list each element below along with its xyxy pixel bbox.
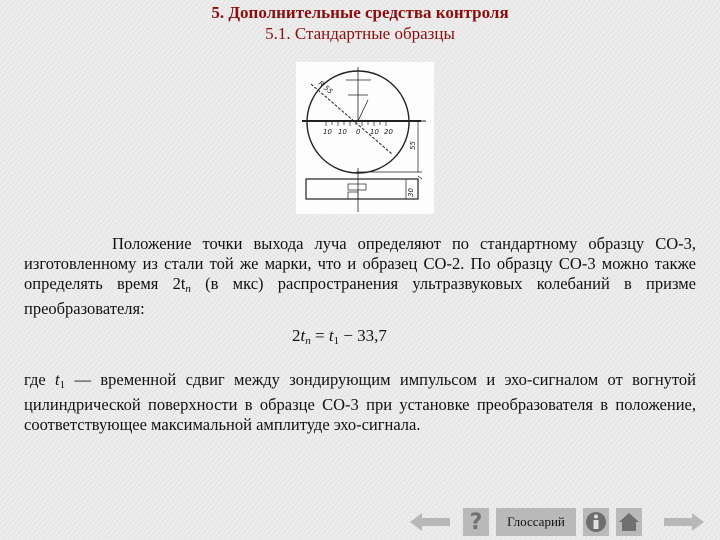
paragraph-intro: Положение точки выхода луча определяют п… xyxy=(24,234,696,318)
home-icon xyxy=(619,513,639,531)
glossary-button[interactable]: Глоссарий xyxy=(496,508,576,536)
paragraph-explanation: где t1 — временной сдвиг между зондирующ… xyxy=(24,370,696,434)
co3-diagram: 10 10 0 10 20 R 55 55 30 xyxy=(302,67,426,212)
scale-label: 0 xyxy=(356,128,361,136)
home-button[interactable] xyxy=(616,508,642,536)
back-button[interactable] xyxy=(408,508,452,536)
info-icon xyxy=(586,512,606,532)
scale-label: 10 xyxy=(338,128,347,136)
arrow-right-icon xyxy=(664,513,704,531)
height-label: 55 xyxy=(409,141,417,150)
sample-side-view xyxy=(305,178,419,200)
radius-line xyxy=(310,83,393,155)
thickness-label: 30 xyxy=(407,188,415,197)
navigation-bar: ? Глоссарий xyxy=(0,508,720,536)
info-button[interactable] xyxy=(583,508,609,536)
scale-label: 10 xyxy=(370,128,379,136)
forward-button[interactable] xyxy=(662,508,706,536)
help-button[interactable]: ? xyxy=(463,508,489,536)
scale-label: 20 xyxy=(384,128,393,136)
scale-label: 10 xyxy=(323,128,332,136)
arrow-left-icon xyxy=(410,513,450,531)
page-subtitle: 5.1. Стандартные образцы xyxy=(265,24,455,43)
formula: 2tп = t1 − 33,7 xyxy=(292,326,387,347)
page-title: 5. Дополнительные средства контроля xyxy=(211,3,509,22)
question-mark-icon: ? xyxy=(469,509,483,535)
co3-sample-figure: 10 10 0 10 20 R 55 55 30 xyxy=(296,62,434,214)
